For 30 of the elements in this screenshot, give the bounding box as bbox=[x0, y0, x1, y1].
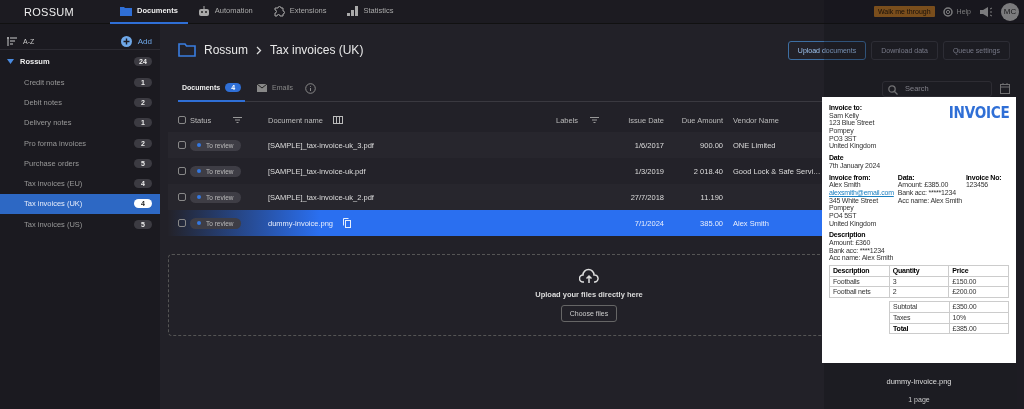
sort-icon bbox=[7, 37, 17, 46]
folder-icon bbox=[120, 5, 132, 16]
rossum-logo[interactable]: ROSSUM bbox=[24, 5, 82, 18]
row-checkbox[interactable] bbox=[178, 193, 186, 201]
folder-icon bbox=[178, 43, 196, 57]
add-button[interactable]: Add bbox=[120, 36, 152, 47]
row-checkbox[interactable] bbox=[178, 219, 186, 227]
lifebuoy-icon bbox=[942, 6, 953, 17]
user-avatar[interactable]: MC bbox=[1001, 2, 1019, 21]
megaphone-icon[interactable] bbox=[979, 6, 993, 17]
chevron-right-icon bbox=[256, 45, 262, 55]
copy-icon[interactable] bbox=[343, 218, 352, 228]
columns-icon[interactable] bbox=[333, 116, 344, 124]
robot-icon bbox=[197, 5, 210, 16]
filter-icon[interactable] bbox=[590, 117, 600, 123]
filter-icon[interactable] bbox=[233, 117, 243, 123]
invoice-title: INVOICE bbox=[949, 104, 1010, 122]
calendar-icon[interactable] bbox=[1000, 83, 1010, 94]
envelope-icon bbox=[257, 83, 268, 92]
bar-chart-icon bbox=[346, 5, 359, 16]
puzzle-icon bbox=[272, 4, 285, 17]
breadcrumb-item[interactable]: Rossum bbox=[204, 43, 248, 57]
row-checkbox[interactable] bbox=[178, 141, 186, 149]
info-icon[interactable] bbox=[305, 83, 317, 94]
row-checkbox[interactable] bbox=[178, 167, 186, 175]
cloud-upload-icon bbox=[579, 268, 599, 284]
search-icon bbox=[888, 84, 898, 95]
breadcrumb-item: Tax invoices (UK) bbox=[270, 43, 364, 57]
select-all-checkbox[interactable] bbox=[178, 116, 186, 124]
plus-circle-icon bbox=[120, 36, 132, 47]
